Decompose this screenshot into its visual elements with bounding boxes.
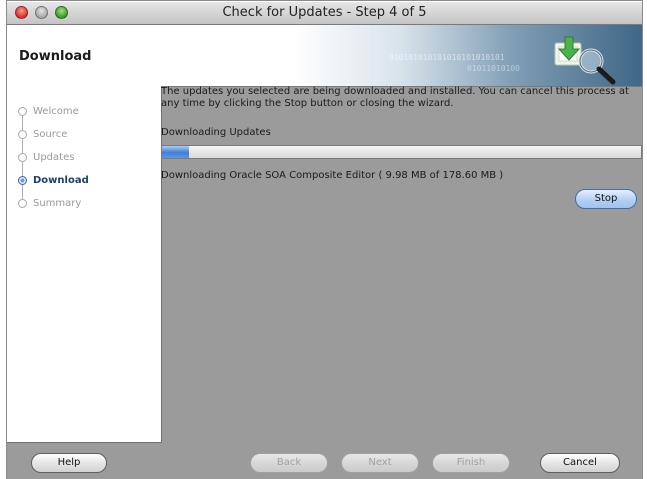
next-button[interactable]: Next <box>341 453 419 473</box>
binary-decoration-2: 01011010100 <box>467 64 520 73</box>
finish-button[interactable]: Finish <box>432 453 510 473</box>
progress-fill <box>162 146 189 158</box>
step-dot-updates <box>18 153 27 162</box>
screen-frame-left <box>0 0 7 479</box>
binary-decoration: 010101010101010101010101 <box>389 53 505 62</box>
step-dot-summary <box>18 199 27 208</box>
description-text: The updates you selected are being downl… <box>161 86 629 109</box>
window-title: Check for Updates - Step 4 of 5 <box>222 5 427 20</box>
wizard-window: Check for Updates - Step 4 of 5 Download… <box>7 2 642 479</box>
step-updates[interactable]: Updates <box>33 152 74 163</box>
step-dot-download <box>18 176 27 185</box>
cancel-button[interactable]: Cancel <box>540 453 620 473</box>
download-search-icon <box>554 36 616 85</box>
download-progress-bar <box>161 145 642 159</box>
screen-frame-right <box>642 0 647 479</box>
title-bar[interactable]: Check for Updates - Step 4 of 5 <box>7 2 642 25</box>
steps-panel: Welcome Source Updates Download Summary <box>7 86 162 443</box>
stop-button[interactable]: Stop <box>575 189 637 209</box>
back-button[interactable]: Back <box>250 453 328 473</box>
step-download[interactable]: Download <box>33 175 89 186</box>
section-label: Downloading Updates <box>161 127 271 138</box>
step-dot-source <box>18 130 27 139</box>
page-title: Download <box>19 49 92 64</box>
step-dot-welcome <box>18 107 27 116</box>
screen-frame-top <box>0 0 647 1</box>
header-banner: Download 010101010101010101010101 010110… <box>7 25 642 87</box>
step-welcome[interactable]: Welcome <box>33 106 79 117</box>
progress-status-text: Downloading Oracle SOA Composite Editor … <box>161 170 504 181</box>
step-source[interactable]: Source <box>33 129 67 140</box>
help-button[interactable]: Help <box>31 453 107 473</box>
step-summary[interactable]: Summary <box>33 198 81 209</box>
